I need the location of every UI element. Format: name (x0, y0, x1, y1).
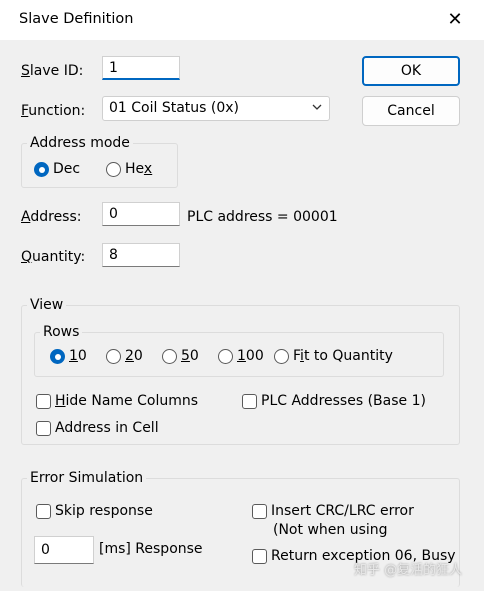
rows-100-radio[interactable] (218, 349, 233, 364)
view-legend: View (27, 297, 67, 313)
address-input[interactable] (102, 202, 180, 226)
rows-10-label: 10 (69, 348, 87, 364)
response-delay-input[interactable] (34, 536, 94, 564)
function-select[interactable]: 01 Coil Status (0x) (102, 96, 330, 121)
dec-label: Dec (53, 161, 81, 177)
slave-id-label: Slave ID: (21, 63, 84, 79)
ok-button[interactable]: OK (362, 56, 460, 86)
rows-fit-to-quantity-radio[interactable] (274, 349, 289, 364)
plc-addresses-label: PLC Addresses (Base 1) (261, 393, 426, 409)
rows-20-radio[interactable] (106, 349, 121, 364)
rows-legend: Rows (40, 324, 83, 340)
skip-response-label: Skip response (55, 503, 153, 519)
rows-20-label: 20 (125, 348, 143, 364)
rows-10-radio[interactable] (50, 349, 65, 364)
hide-name-columns-checkbox[interactable] (36, 394, 51, 409)
hide-name-columns-label: Hide Name Columns (55, 393, 199, 409)
function-selected-value: 01 Coil Status (0x) (109, 100, 240, 116)
quantity-label: Quantity: (21, 249, 86, 265)
quantity-input[interactable] (102, 243, 180, 267)
rows-100-label: 100 (237, 348, 264, 364)
insert-crc-error-note: (Not when using (273, 522, 388, 538)
address-mode-legend: Address mode (27, 135, 133, 151)
rows-50-radio[interactable] (162, 349, 177, 364)
plc-address-text: PLC address = 00001 (187, 209, 338, 225)
insert-crc-error-checkbox[interactable] (252, 504, 267, 519)
cancel-button[interactable]: Cancel (362, 96, 460, 126)
close-icon[interactable]: ✕ (440, 6, 470, 34)
hex-label: Hex (125, 161, 153, 177)
dec-radio[interactable] (34, 162, 49, 177)
return-exception-checkbox[interactable] (252, 549, 267, 564)
error-simulation-legend: Error Simulation (27, 470, 147, 486)
skip-response-checkbox[interactable] (36, 504, 51, 519)
title-bar: Slave Definition ✕ (0, 0, 484, 40)
slave-id-input[interactable] (102, 56, 180, 80)
address-label: Address: (21, 209, 82, 225)
plc-addresses-checkbox[interactable] (242, 394, 257, 409)
rows-fit-to-quantity-label: Fit to Quantity (293, 348, 393, 364)
watermark-text: 知乎 @复活的狂人 (354, 563, 463, 578)
response-delay-label: [ms] Response (99, 541, 203, 557)
address-in-cell-checkbox[interactable] (36, 421, 51, 436)
hex-radio[interactable] (106, 162, 121, 177)
slave-definition-dialog: Slave Definition ✕ Slave ID: OK Cancel F… (0, 0, 484, 591)
function-label: Function: (21, 103, 86, 119)
address-in-cell-label: Address in Cell (55, 420, 159, 436)
rows-50-label: 50 (181, 348, 199, 364)
chevron-down-icon (312, 104, 322, 110)
insert-crc-error-label: Insert CRC/LRC error (271, 503, 414, 519)
window-title: Slave Definition (19, 11, 134, 27)
